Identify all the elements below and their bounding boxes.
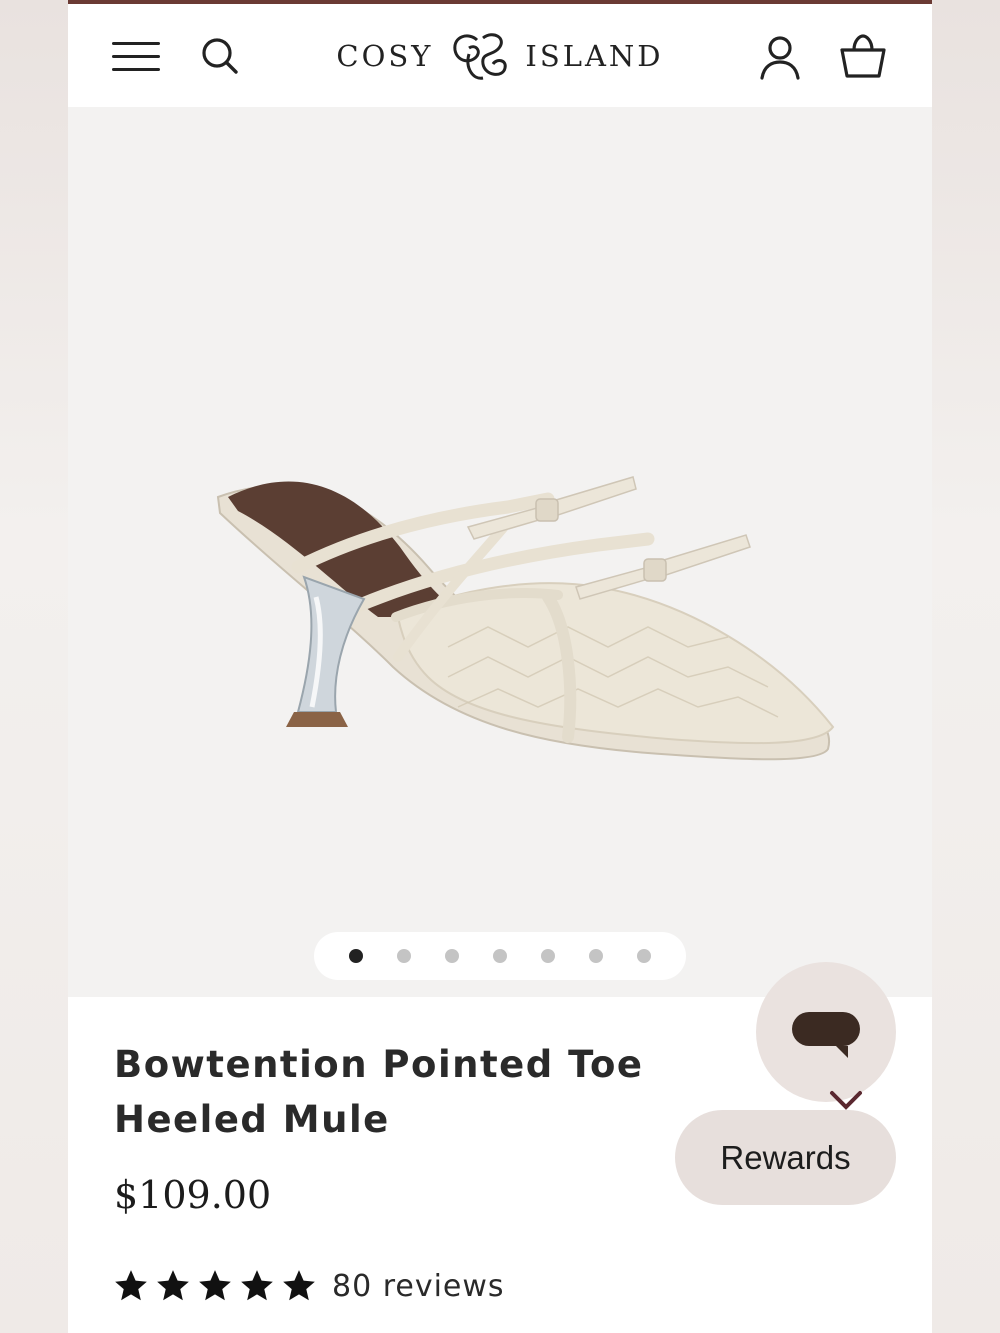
search-icon[interactable] bbox=[200, 36, 240, 76]
gallery-dot[interactable] bbox=[589, 949, 603, 963]
brand-name-left: COSY bbox=[336, 39, 434, 73]
gallery-dot[interactable] bbox=[493, 949, 507, 963]
account-icon[interactable] bbox=[758, 34, 802, 80]
gallery-pagination bbox=[314, 932, 686, 980]
logo-monogram bbox=[453, 33, 508, 80]
chat-icon bbox=[792, 1012, 860, 1058]
product-image-gallery[interactable] bbox=[68, 107, 932, 997]
star-icon bbox=[157, 1270, 189, 1301]
gallery-dot[interactable] bbox=[637, 949, 651, 963]
gallery-dot[interactable] bbox=[445, 949, 459, 963]
brand-logo[interactable]: COSY ISLAND bbox=[328, 26, 672, 86]
product-price: $109.00 bbox=[114, 1173, 272, 1217]
star-icon bbox=[115, 1270, 147, 1301]
gallery-dot[interactable] bbox=[397, 949, 411, 963]
backdrop-left bbox=[0, 0, 68, 1333]
site-header: COSY ISLAND bbox=[68, 4, 932, 107]
backdrop-right bbox=[932, 0, 1000, 1333]
reviews-link[interactable]: 80 reviews bbox=[332, 1269, 505, 1304]
menu-icon[interactable] bbox=[112, 40, 160, 72]
gallery-dot[interactable] bbox=[541, 949, 555, 963]
gallery-dot[interactable] bbox=[349, 949, 363, 963]
star-icon bbox=[283, 1270, 315, 1301]
product-title: Bowtention Pointed Toe Heeled Mule bbox=[114, 1043, 644, 1141]
rewards-button[interactable]: Rewards bbox=[675, 1110, 896, 1205]
star-icon bbox=[199, 1270, 231, 1301]
cart-icon[interactable] bbox=[838, 32, 888, 80]
product-image bbox=[216, 476, 835, 761]
product-rating[interactable]: 80 reviews bbox=[112, 1267, 505, 1305]
brand-name-right: ISLAND bbox=[525, 39, 664, 73]
chat-launcher-button[interactable] bbox=[756, 962, 896, 1102]
star-icon bbox=[241, 1270, 273, 1301]
